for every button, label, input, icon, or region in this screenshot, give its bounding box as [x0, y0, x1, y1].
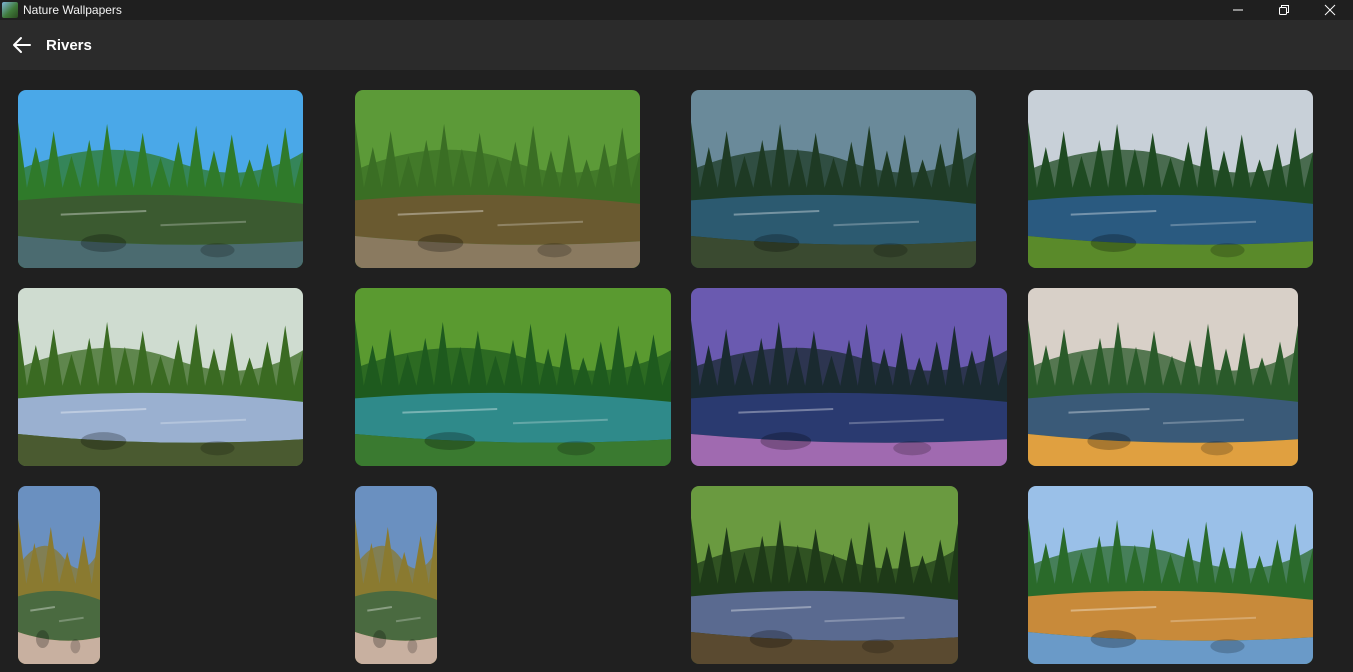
title-bar: Nature Wallpapers [0, 0, 1353, 20]
wallpaper-image [18, 486, 100, 664]
wallpaper-image [355, 288, 671, 466]
wallpaper-image [18, 288, 303, 466]
wallpaper-image [355, 90, 640, 268]
minimize-icon [1233, 9, 1243, 11]
wallpaper-tile[interactable] [1028, 90, 1313, 268]
arrow-left-icon [13, 37, 31, 53]
window-title: Nature Wallpapers [23, 3, 122, 17]
wallpaper-tile[interactable] [18, 486, 100, 664]
wallpaper-tile[interactable] [1028, 288, 1298, 466]
wallpaper-image [691, 486, 958, 664]
wallpaper-image [1028, 486, 1313, 664]
wallpaper-image [1028, 288, 1298, 466]
wallpaper-tile[interactable] [18, 90, 303, 268]
page-header: Rivers [0, 20, 1353, 70]
wallpaper-tile[interactable] [691, 288, 1007, 466]
wallpaper-tile[interactable] [355, 90, 640, 268]
app-icon [2, 2, 18, 18]
close-icon [1324, 4, 1336, 16]
maximize-button[interactable] [1261, 0, 1307, 20]
wallpaper-tile[interactable] [18, 288, 303, 466]
restore-icon [1279, 5, 1289, 15]
wallpaper-image [1028, 90, 1313, 268]
wallpaper-tile[interactable] [355, 288, 671, 466]
window-controls [1215, 0, 1353, 20]
wallpaper-image [691, 288, 1007, 466]
close-button[interactable] [1307, 0, 1353, 20]
wallpaper-image [355, 486, 437, 664]
wallpaper-image [18, 90, 303, 268]
minimize-button[interactable] [1215, 0, 1261, 20]
wallpaper-tile[interactable] [691, 90, 976, 268]
wallpaper-tile[interactable] [691, 486, 958, 664]
wallpaper-tile[interactable] [1028, 486, 1313, 664]
back-button[interactable] [10, 33, 34, 57]
wallpaper-image [691, 90, 976, 268]
page-title: Rivers [46, 36, 92, 54]
wallpaper-tile[interactable] [355, 486, 437, 664]
